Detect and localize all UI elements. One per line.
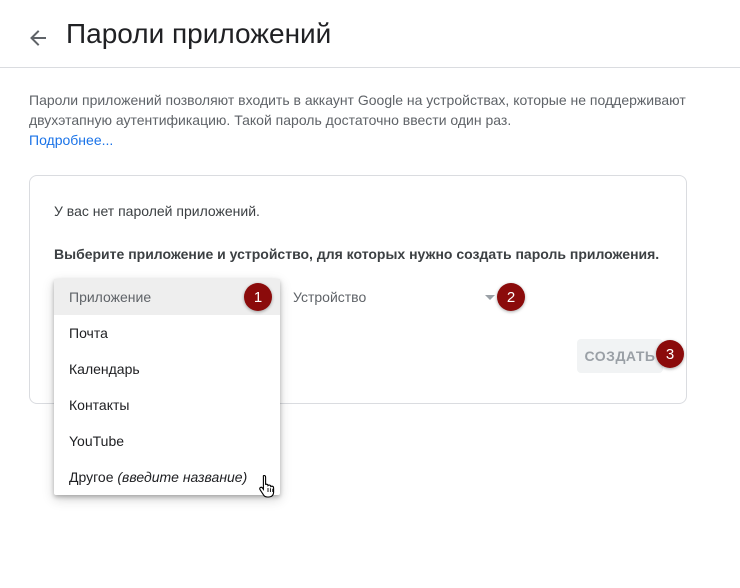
menu-item-label: Почта — [69, 325, 108, 341]
no-passwords-message: У вас нет паролей приложений. — [54, 203, 260, 219]
device-select[interactable]: Устройство — [293, 286, 501, 310]
dropdown-arrow-icon — [485, 295, 495, 300]
menu-item-label: Другое (введите название) — [69, 469, 247, 485]
menu-item-other-label: Другое — [69, 469, 114, 485]
menu-item-label: Контакты — [69, 397, 130, 413]
page-title: Пароли приложений — [66, 18, 332, 49]
menu-item-contacts[interactable]: Контакты — [54, 387, 280, 423]
description: Пароли приложений позволяют входить в ак… — [29, 90, 709, 150]
step-badge-3: 3 — [656, 340, 684, 368]
menu-item-youtube[interactable]: YouTube — [54, 423, 280, 459]
menu-item-label: Приложение — [69, 289, 152, 305]
menu-item-other-hint: (введите название) — [117, 469, 248, 485]
device-select-label: Устройство — [293, 289, 367, 305]
app-select-menu: Приложение Почта Календарь Контакты YouT… — [54, 279, 280, 495]
learn-more-link[interactable]: Подробнее... — [29, 132, 113, 148]
instruction-text: Выберите приложение и устройство, для ко… — [54, 246, 660, 262]
page-header: Пароли приложений — [0, 0, 740, 68]
create-button[interactable]: СОЗДАТЬ — [577, 339, 663, 373]
menu-item-label: Календарь — [69, 361, 140, 377]
hand-pointer-icon — [259, 474, 275, 498]
menu-item-other[interactable]: Другое (введите название) — [54, 459, 280, 495]
arrow-left-icon — [30, 30, 46, 46]
step-badge-2: 2 — [497, 283, 525, 311]
menu-item-mail[interactable]: Почта — [54, 315, 280, 351]
menu-item-label: YouTube — [69, 433, 125, 449]
description-text: Пароли приложений позволяют входить в ак… — [29, 92, 686, 128]
menu-item-calendar[interactable]: Календарь — [54, 351, 280, 387]
back-button[interactable] — [24, 24, 52, 52]
app-passwords-page: Пароли приложений Пароли приложений позв… — [0, 0, 740, 588]
step-badge-1: 1 — [244, 283, 272, 311]
